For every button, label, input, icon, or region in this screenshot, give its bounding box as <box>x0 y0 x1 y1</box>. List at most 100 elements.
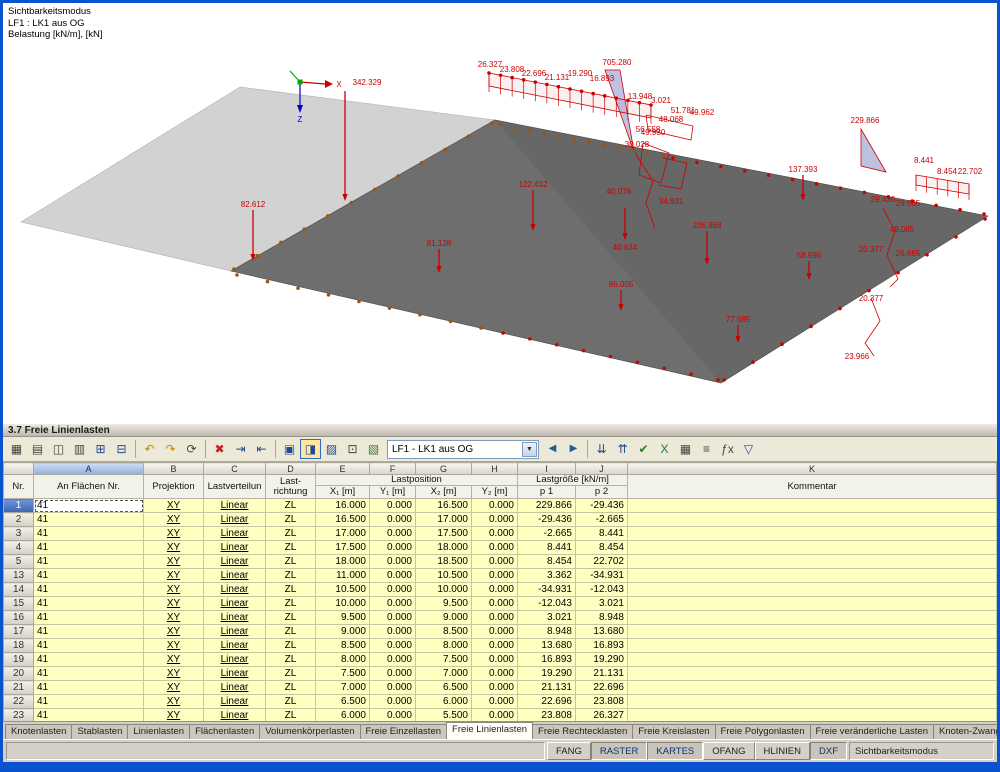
cell[interactable]: Linear <box>203 498 266 513</box>
cell[interactable]: XY <box>143 652 204 667</box>
cell[interactable] <box>627 610 997 625</box>
cell[interactable]: 18.000 <box>415 540 472 555</box>
cell[interactable]: 3.021 <box>575 596 628 611</box>
cell[interactable]: 41 <box>33 568 144 583</box>
cell[interactable]: XY <box>143 624 204 639</box>
cell[interactable]: Linear <box>203 694 266 709</box>
cell[interactable] <box>627 554 997 569</box>
fx-icon[interactable]: ƒx <box>717 439 738 459</box>
status-button-hlinien[interactable]: HLINIEN <box>754 742 810 760</box>
cell[interactable]: XY <box>143 638 204 653</box>
cell[interactable]: XY <box>143 582 204 597</box>
undo-icon[interactable]: ↶ <box>139 439 160 459</box>
cell[interactable]: XY <box>143 694 204 709</box>
row-insert-icon[interactable]: ⊞ <box>90 439 111 459</box>
cell[interactable]: 8.500 <box>315 638 370 653</box>
filter-icon[interactable]: ▽ <box>738 439 759 459</box>
cell[interactable]: XY <box>143 526 204 541</box>
import-table-icon[interactable]: ⇊ <box>591 439 612 459</box>
column-letter-J[interactable]: J <box>575 462 628 475</box>
cell[interactable]: 41 <box>33 540 144 555</box>
row-header[interactable]: 23 <box>3 708 34 721</box>
cell[interactable]: 0.000 <box>471 638 518 653</box>
cell[interactable]: 0.000 <box>369 624 416 639</box>
tab-freie-kreislasten[interactable]: Freie Kreislasten <box>632 724 716 739</box>
tab-flächenlasten[interactable]: Flächenlasten <box>189 724 261 739</box>
cell[interactable]: 9.500 <box>315 610 370 625</box>
cell[interactable]: 9.000 <box>315 624 370 639</box>
cell[interactable]: -29.436 <box>575 498 628 513</box>
load-case-selector[interactable]: LF1 - LK1 aus OG ▼ <box>387 439 539 459</box>
cell[interactable]: ZL <box>265 582 316 597</box>
column-letter-G[interactable]: G <box>415 462 472 475</box>
cell[interactable]: Linear <box>203 554 266 569</box>
cell[interactable]: 0.000 <box>471 596 518 611</box>
cell[interactable]: 0.000 <box>471 526 518 541</box>
cell[interactable]: 23.808 <box>517 708 576 721</box>
copy-line-icon[interactable]: ⇤ <box>251 439 272 459</box>
cell[interactable]: 0.000 <box>369 526 416 541</box>
tab-knoten-zwangsverformungen[interactable]: Knoten-Zwangsverformungen <box>932 724 997 739</box>
cell[interactable]: 0.000 <box>471 512 518 527</box>
cell[interactable]: -2.665 <box>575 512 628 527</box>
cell[interactable]: 0.000 <box>471 666 518 681</box>
column-letter-A[interactable]: A <box>33 462 144 475</box>
status-button-ofang[interactable]: OFANG <box>703 742 755 760</box>
row-header[interactable]: 19 <box>3 652 34 667</box>
cell[interactable]: 0.000 <box>471 498 518 513</box>
row-header[interactable]: 13 <box>3 568 34 583</box>
cell[interactable]: 6.000 <box>415 694 472 709</box>
cell[interactable]: 18.500 <box>415 554 472 569</box>
check-icon[interactable]: ✔ <box>633 439 654 459</box>
select-table-icon[interactable]: ▣ <box>279 439 300 459</box>
cell[interactable]: 0.000 <box>369 666 416 681</box>
cell[interactable]: 0.000 <box>471 540 518 555</box>
cell[interactable]: ZL <box>265 694 316 709</box>
tab-freie-polygonlasten[interactable]: Freie Polygonlasten <box>714 724 811 739</box>
cell[interactable]: 10.000 <box>415 582 472 597</box>
cell[interactable]: 19.290 <box>517 666 576 681</box>
table-goto-icon[interactable]: ▦ <box>6 439 27 459</box>
cell[interactable]: Linear <box>203 638 266 653</box>
cell[interactable]: 41 <box>33 694 144 709</box>
insert-line-icon[interactable]: ⇥ <box>230 439 251 459</box>
delete-row-icon[interactable]: ✖ <box>209 439 230 459</box>
cell[interactable]: 0.000 <box>471 624 518 639</box>
cell[interactable] <box>627 540 997 555</box>
cell[interactable]: 11.000 <box>315 568 370 583</box>
cell[interactable]: ZL <box>265 596 316 611</box>
cell[interactable]: 8.500 <box>415 624 472 639</box>
cell[interactable]: -12.043 <box>517 596 576 611</box>
cell[interactable]: XY <box>143 680 204 695</box>
cell[interactable]: Linear <box>203 512 266 527</box>
cell[interactable]: ZL <box>265 540 316 555</box>
refresh-icon[interactable]: ⟳ <box>181 439 202 459</box>
calculator-icon[interactable]: ⊡ <box>342 439 363 459</box>
picture-icon[interactable]: ▧ <box>363 439 384 459</box>
cell[interactable]: 8.441 <box>575 526 628 541</box>
cell[interactable]: 9.000 <box>415 610 472 625</box>
cell[interactable]: 16.000 <box>315 498 370 513</box>
cell[interactable]: -34.931 <box>517 582 576 597</box>
row-header[interactable]: 16 <box>3 610 34 625</box>
column-letter-K[interactable]: K <box>627 462 997 475</box>
cell[interactable]: ZL <box>265 526 316 541</box>
cell[interactable]: 0.000 <box>471 652 518 667</box>
row-header[interactable]: 15 <box>3 596 34 611</box>
row-header[interactable]: 4 <box>3 540 34 555</box>
cell[interactable]: 13.680 <box>575 624 628 639</box>
column-letter-D[interactable]: D <box>265 462 316 475</box>
cell[interactable]: 41 <box>33 652 144 667</box>
cell[interactable]: ZL <box>265 512 316 527</box>
cell[interactable]: Linear <box>203 568 266 583</box>
cell[interactable]: 41 <box>33 526 144 541</box>
row-header[interactable]: 22 <box>3 694 34 709</box>
view-mode-icon[interactable]: ◨ <box>300 439 321 459</box>
cell[interactable]: 17.500 <box>415 526 472 541</box>
next-case-button[interactable]: ▶ <box>563 439 584 459</box>
cell[interactable]: 22.696 <box>575 680 628 695</box>
cell[interactable]: 8.948 <box>517 624 576 639</box>
cell[interactable]: 0.000 <box>369 694 416 709</box>
table-list-icon[interactable]: ▤ <box>27 439 48 459</box>
cell[interactable]: 3.362 <box>517 568 576 583</box>
